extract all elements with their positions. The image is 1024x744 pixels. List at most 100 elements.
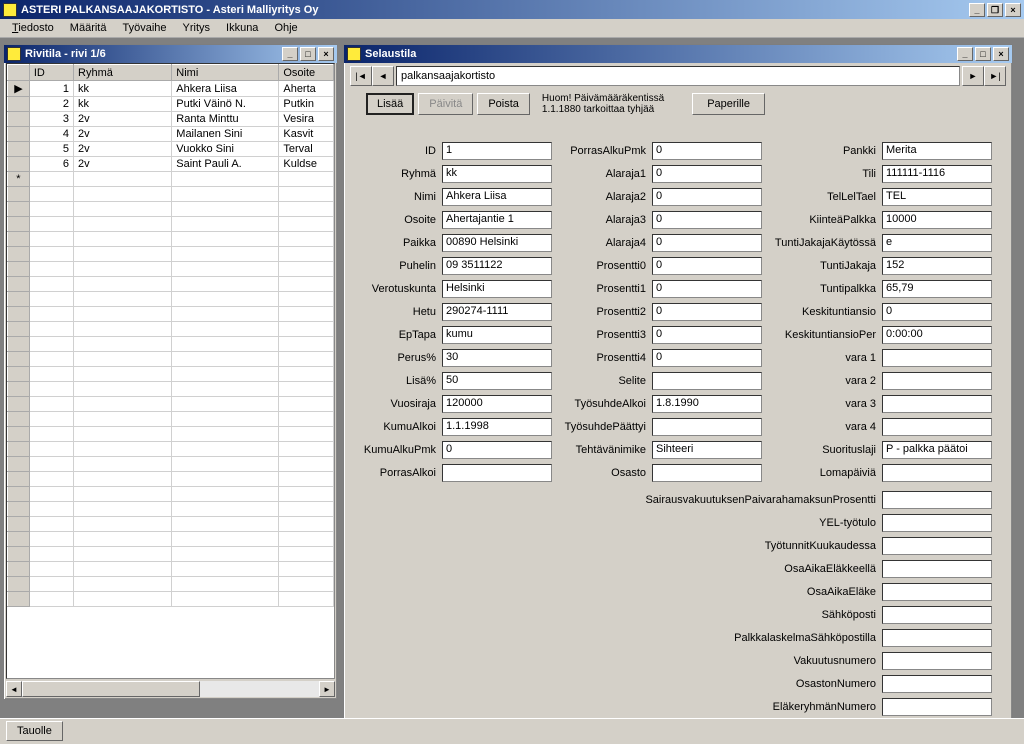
field-input[interactable] <box>652 418 762 436</box>
field-input[interactable]: Helsinki <box>442 280 552 298</box>
table-row[interactable]: 42vMailanen SiniKasvit <box>8 127 334 142</box>
field-input[interactable]: Ahkera Liisa <box>442 188 552 206</box>
menu-yritys[interactable]: Yritys <box>175 20 219 36</box>
field-input[interactable]: 0:00:00 <box>882 326 992 344</box>
field-input[interactable]: 1.8.1990 <box>652 395 762 413</box>
app-icon <box>3 3 17 17</box>
rivitila-minimize[interactable]: _ <box>282 47 298 61</box>
lisaa-button[interactable]: Lisää <box>366 93 414 115</box>
selaustila-minimize[interactable]: _ <box>957 47 973 61</box>
field-input[interactable]: 0 <box>652 142 762 160</box>
rivitila-maximize[interactable]: □ <box>300 47 316 61</box>
field-input[interactable] <box>882 629 992 647</box>
field-input[interactable]: TEL <box>882 188 992 206</box>
field-input[interactable] <box>442 464 552 482</box>
field-input[interactable] <box>882 418 992 436</box>
field-input[interactable]: 0 <box>652 349 762 367</box>
poista-button[interactable]: Poista <box>477 93 530 115</box>
scroll-track[interactable] <box>22 681 319 697</box>
paperille-button[interactable]: Paperille <box>692 93 765 115</box>
field-input[interactable]: 0 <box>442 441 552 459</box>
table-row[interactable]: 62vSaint Pauli A.Kuldse <box>8 157 334 172</box>
field-input[interactable]: 0 <box>652 234 762 252</box>
menu-tyovaihe[interactable]: Työvaihe <box>114 20 174 36</box>
field-input[interactable] <box>882 372 992 390</box>
nav-last-icon[interactable]: ►| <box>984 66 1006 86</box>
scroll-left-icon[interactable]: ◄ <box>6 681 22 697</box>
field-input[interactable]: 1.1.1998 <box>442 418 552 436</box>
nav-next-icon[interactable]: ► <box>962 66 984 86</box>
field-input[interactable]: 50 <box>442 372 552 390</box>
field-input[interactable] <box>882 652 992 670</box>
nav-first-icon[interactable]: |◄ <box>350 66 372 86</box>
field-input[interactable]: 00890 Helsinki <box>442 234 552 252</box>
field-input[interactable]: 0 <box>652 211 762 229</box>
tauolle-button[interactable]: Tauolle <box>6 721 63 741</box>
field-input[interactable]: 0 <box>652 165 762 183</box>
menu-tiedosto[interactable]: Tiedosto <box>4 20 62 36</box>
field-input[interactable]: 09 3511122 <box>442 257 552 275</box>
nav-location-input[interactable] <box>396 66 960 86</box>
field-input[interactable]: 30 <box>442 349 552 367</box>
field-input[interactable]: 0 <box>882 303 992 321</box>
field-input[interactable]: 0 <box>652 326 762 344</box>
table-row[interactable]: ▶1kkAhkera LiisaAherta <box>8 81 334 97</box>
field-label: TyötunnitKuukaudessa <box>610 540 880 552</box>
nav-prev-icon[interactable]: ◄ <box>372 66 394 86</box>
field-input[interactable]: kk <box>442 165 552 183</box>
field-input[interactable]: P - palkka päätoi <box>882 441 992 459</box>
table-row-new[interactable]: * <box>8 172 334 187</box>
scroll-right-icon[interactable]: ► <box>319 681 335 697</box>
menu-ohje[interactable]: Ohje <box>266 20 305 36</box>
field-input[interactable] <box>652 372 762 390</box>
menu-ikkuna[interactable]: Ikkuna <box>218 20 266 36</box>
field-input[interactable]: 120000 <box>442 395 552 413</box>
field-input[interactable]: 0 <box>652 303 762 321</box>
field-input[interactable] <box>882 491 992 509</box>
selaustila-close[interactable]: × <box>993 47 1009 61</box>
field-input[interactable]: Sihteeri <box>652 441 762 459</box>
field-input[interactable] <box>882 606 992 624</box>
field-input[interactable] <box>882 349 992 367</box>
table-row[interactable]: 52vVuokko SiniTerval <box>8 142 334 157</box>
field-input[interactable]: 65,79 <box>882 280 992 298</box>
menu-maarita[interactable]: Määritä <box>62 20 115 36</box>
field-input[interactable] <box>882 583 992 601</box>
rivitila-close[interactable]: × <box>318 47 334 61</box>
grid-hscroll[interactable]: ◄ ► <box>6 681 335 697</box>
rivitila-titlebar[interactable]: Rivitila - rivi 1/6 _ □ × <box>4 45 337 63</box>
field-input[interactable]: 0 <box>652 188 762 206</box>
field-input[interactable] <box>882 464 992 482</box>
field-label: Alaraja1 <box>560 168 650 180</box>
field-input[interactable] <box>882 675 992 693</box>
field-input[interactable]: 0 <box>652 280 762 298</box>
field-input[interactable]: 10000 <box>882 211 992 229</box>
field-input[interactable]: Ahertajantie 1 <box>442 211 552 229</box>
selaustila-titlebar[interactable]: Selaustila _ □ × <box>344 45 1012 63</box>
table-row[interactable]: 2kkPutki Väinö N.Putkin <box>8 97 334 112</box>
selaustila-maximize[interactable]: □ <box>975 47 991 61</box>
field-input[interactable] <box>882 698 992 716</box>
window-icon <box>7 47 21 61</box>
field-input[interactable]: 152 <box>882 257 992 275</box>
field-input[interactable]: 111111-1116 <box>882 165 992 183</box>
field-input[interactable] <box>882 537 992 555</box>
field-input[interactable]: 1 <box>442 142 552 160</box>
field-input[interactable] <box>882 395 992 413</box>
field-input[interactable]: e <box>882 234 992 252</box>
field-input[interactable]: Merita <box>882 142 992 160</box>
table-row[interactable]: 32vRanta MinttuVesira <box>8 112 334 127</box>
field-input[interactable] <box>882 560 992 578</box>
field-input[interactable]: kumu <box>442 326 552 344</box>
grid-table[interactable]: IDRyhmäNimiOsoite▶1kkAhkera LiisaAherta2… <box>6 63 335 679</box>
scroll-thumb[interactable] <box>22 681 200 697</box>
restore-button[interactable]: ❐ <box>987 3 1003 17</box>
field-input[interactable] <box>652 464 762 482</box>
field-input[interactable]: 0 <box>652 257 762 275</box>
minimize-button[interactable]: _ <box>969 3 985 17</box>
close-button[interactable]: × <box>1005 3 1021 17</box>
field-label: PalkkalaskelmaSähköpostilla <box>610 632 880 644</box>
field-input[interactable]: 290274-1111 <box>442 303 552 321</box>
field-input[interactable] <box>882 514 992 532</box>
paivita-button[interactable]: Päivitä <box>418 93 473 115</box>
